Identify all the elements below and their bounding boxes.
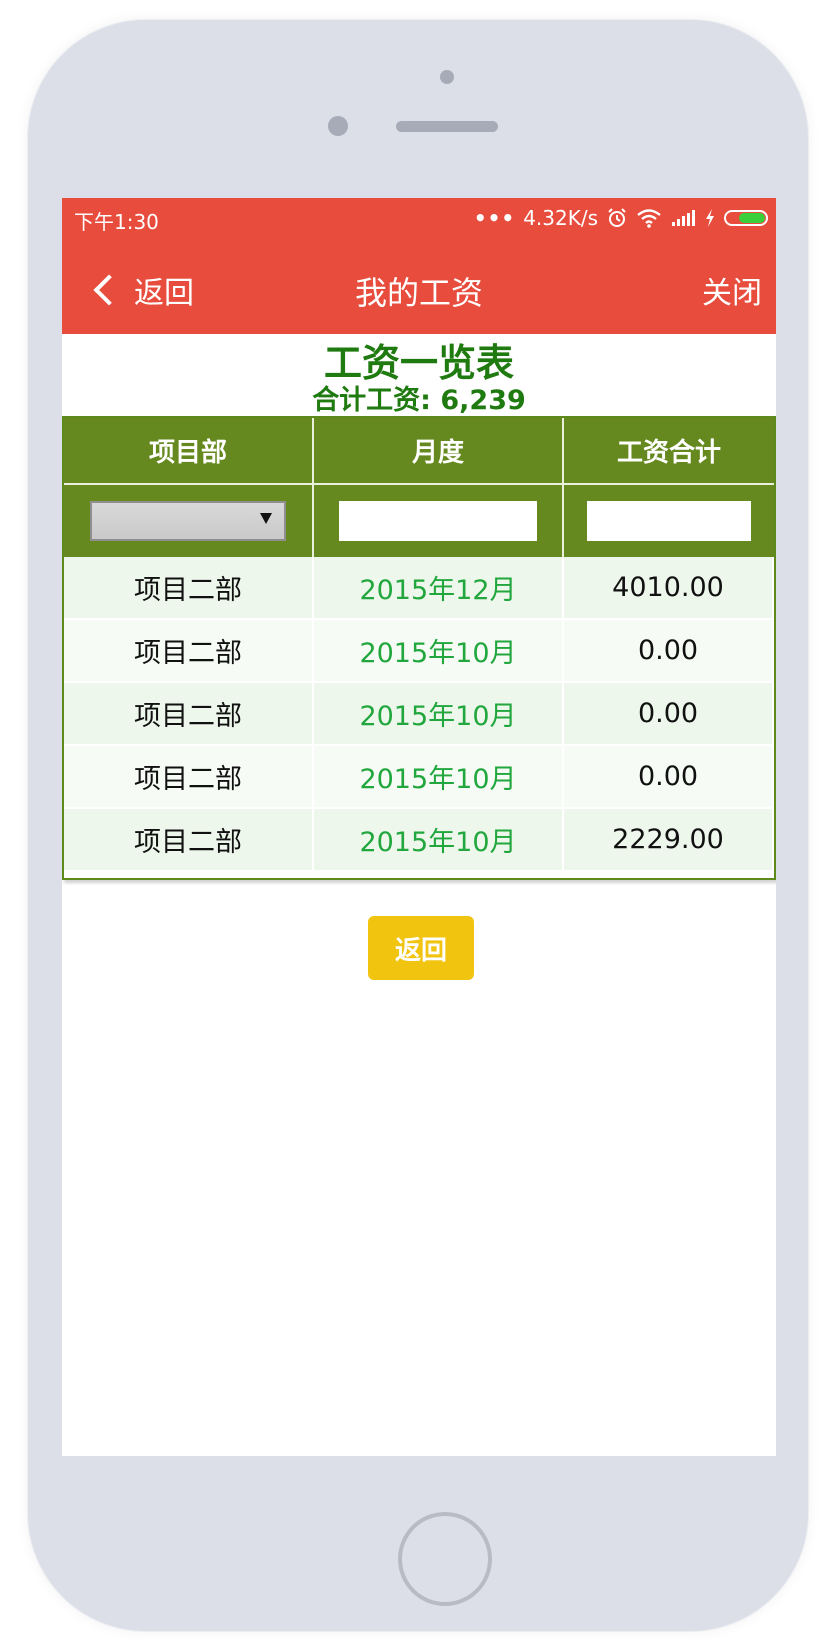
- app-screen: 下午1:30 ••• 4.32K/s 返回 我的工资 关闭 工资一览表 合计工资…: [62, 198, 776, 1456]
- cell-month: 2015年10月: [314, 683, 564, 746]
- cell-amount: 2229.00: [564, 809, 774, 872]
- wifi-icon: [636, 208, 662, 228]
- battery-icon: [724, 210, 768, 226]
- cell-amount: 4010.00: [564, 557, 774, 620]
- cell-department: 项目二部: [64, 620, 314, 683]
- table-row[interactable]: 项目二部 2015年10月 0.00: [64, 746, 774, 809]
- filter-month-cell: [314, 485, 564, 557]
- cell-department: 项目二部: [64, 809, 314, 872]
- salary-table: 项目部 月度 工资合计 项目二部 2015年12月 4010.00 项目二部 2…: [62, 416, 776, 880]
- nav-title: 我的工资: [354, 274, 483, 312]
- header-amount[interactable]: 工资合计: [564, 418, 774, 485]
- department-filter-select[interactable]: [90, 501, 286, 541]
- signal-icon: [670, 209, 696, 227]
- cell-amount: 0.00: [564, 620, 774, 683]
- home-button[interactable]: [398, 1512, 492, 1606]
- cell-month: 2015年10月: [314, 809, 564, 872]
- table-header-row: 项目部 月度 工资合计: [64, 418, 774, 485]
- back-button[interactable]: 返回: [368, 916, 474, 980]
- table-row[interactable]: 项目二部 2015年10月 0.00: [64, 620, 774, 683]
- nav-bar: 返回 我的工资 关闭: [62, 240, 776, 334]
- dropdown-arrow-icon: [260, 513, 272, 524]
- cell-month: 2015年10月: [314, 620, 564, 683]
- table-row[interactable]: 项目二部 2015年10月 2229.00: [64, 809, 774, 872]
- status-time: 下午1:30: [74, 210, 159, 234]
- cell-department: 项目二部: [64, 746, 314, 809]
- cell-month: 2015年12月: [314, 557, 564, 620]
- network-speed: 4.32K/s: [523, 206, 598, 230]
- front-camera: [440, 70, 454, 84]
- status-bar: 下午1:30 ••• 4.32K/s: [62, 198, 776, 240]
- filter-amount-cell: [564, 485, 774, 557]
- battery-level: [739, 213, 765, 223]
- amount-filter-input[interactable]: [587, 501, 751, 541]
- month-filter-input[interactable]: [339, 501, 537, 541]
- status-indicators: ••• 4.32K/s: [474, 204, 768, 232]
- cell-department: 项目二部: [64, 557, 314, 620]
- table-row[interactable]: 项目二部 2015年10月 0.00: [64, 683, 774, 746]
- nav-close-button[interactable]: 关闭: [702, 268, 762, 312]
- alarm-icon: [606, 207, 628, 229]
- table-row[interactable]: 项目二部 2015年12月 4010.00: [64, 557, 774, 620]
- status-dots: •••: [473, 206, 516, 230]
- cell-amount: 0.00: [564, 746, 774, 809]
- cell-amount: 0.00: [564, 683, 774, 746]
- cell-department: 项目二部: [64, 683, 314, 746]
- table-filter-row: [64, 485, 774, 557]
- proximity-sensor: [328, 116, 348, 136]
- salary-total: 合计工资: 6,239: [312, 385, 526, 416]
- filter-department-cell: [64, 485, 314, 557]
- cell-month: 2015年10月: [314, 746, 564, 809]
- header-department[interactable]: 项目部: [64, 418, 314, 485]
- header-month[interactable]: 月度: [314, 418, 564, 485]
- charging-icon: [704, 208, 716, 228]
- earpiece-speaker: [396, 121, 498, 132]
